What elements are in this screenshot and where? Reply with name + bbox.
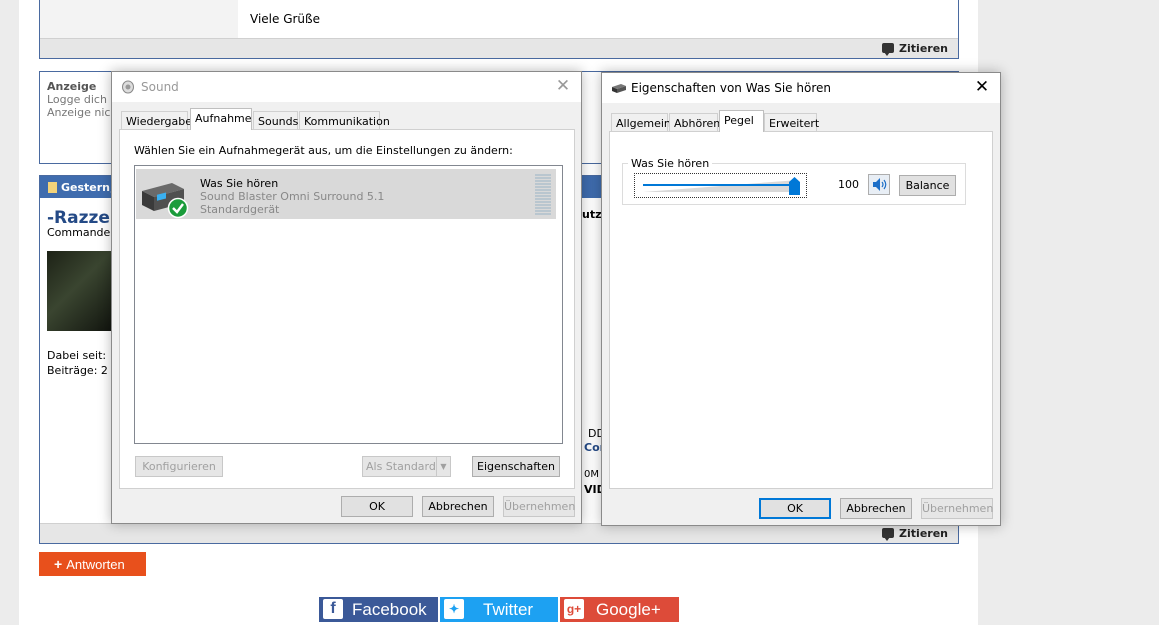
googleplus-icon: g+ bbox=[564, 599, 584, 619]
googleplus-share-button[interactable]: g+ Google+ bbox=[560, 597, 679, 622]
tab-label: Wiedergabe bbox=[126, 115, 193, 128]
balance-button[interactable]: Balance bbox=[899, 175, 956, 196]
chevron-down-icon: ▼ bbox=[436, 457, 450, 476]
reply-button[interactable]: + Antworten bbox=[39, 552, 146, 576]
set-default-label: Als Standard bbox=[366, 460, 436, 473]
post-user-column bbox=[40, 0, 238, 39]
sound-titlebar[interactable]: Sound ✕ bbox=[112, 72, 581, 102]
mute-toggle-button[interactable] bbox=[868, 174, 890, 195]
quote-icon bbox=[882, 528, 895, 541]
tab-label: Abhören bbox=[674, 117, 721, 130]
post-panel-top: Viele Grüße Zitieren bbox=[39, 0, 959, 59]
ad-title: Anzeige bbox=[47, 80, 97, 93]
ok-button[interactable]: OK bbox=[341, 496, 413, 517]
speaker-icon bbox=[122, 80, 134, 94]
slider-track bbox=[643, 180, 798, 192]
sound-tab-panel: Wählen Sie ein Aufnahmegerät aus, um die… bbox=[119, 129, 575, 489]
level-value: 100 bbox=[838, 178, 859, 191]
apply-button[interactable]: Übernehmen bbox=[921, 498, 993, 519]
twitter-share-button[interactable]: ✦ Twitter bbox=[440, 597, 558, 622]
set-default-button[interactable]: Als Standard ▼ bbox=[362, 456, 451, 477]
properties-titlebar[interactable]: Eigenschaften von Was Sie hören ✕ bbox=[602, 73, 1000, 103]
quote-button-second[interactable]: Zitieren bbox=[882, 527, 948, 541]
tab-pegel[interactable]: Pegel bbox=[719, 110, 764, 132]
quote-label: Zitieren bbox=[899, 527, 948, 540]
tab-label: Aufnahme bbox=[195, 112, 252, 125]
speaker-volume-icon bbox=[873, 178, 887, 191]
apply-button[interactable]: Übernehmen bbox=[503, 496, 575, 517]
quote-icon bbox=[882, 43, 895, 56]
close-icon[interactable]: ✕ bbox=[970, 76, 994, 98]
level-group-label: Was Sie hören bbox=[628, 157, 713, 170]
device-list[interactable]: Was Sie hören Sound Blaster Omni Surroun… bbox=[134, 165, 563, 444]
ad-line-1: Logge dich bbox=[47, 93, 107, 106]
sound-title: Sound bbox=[141, 80, 179, 94]
quote-bar: Zitieren bbox=[40, 38, 958, 58]
sound-dialog: Sound ✕ Wiedergabe Aufnahme Sounds Kommu… bbox=[111, 71, 582, 524]
googleplus-label: Google+ bbox=[596, 600, 661, 619]
cancel-button[interactable]: Abbrechen bbox=[840, 498, 912, 519]
level-slider[interactable] bbox=[634, 173, 807, 198]
peek-text-utz: utz bbox=[582, 208, 602, 221]
close-icon[interactable]: ✕ bbox=[551, 75, 575, 97]
tab-label: Sounds bbox=[258, 115, 299, 128]
device-status: Standardgerät bbox=[200, 203, 280, 216]
post-document-icon bbox=[48, 182, 57, 193]
post-count: Beiträge: 2 bbox=[47, 364, 108, 377]
member-since: Dabei seit: bbox=[47, 349, 107, 362]
pegel-tab-panel: Was Sie hören 100 Balance bbox=[609, 131, 993, 489]
tab-erweitert[interactable]: Erweitert bbox=[764, 113, 820, 132]
quote-bar-second: Zitieren bbox=[40, 523, 958, 543]
post-greeting: Viele Grüße bbox=[250, 12, 320, 26]
balance-label: Balance bbox=[905, 179, 950, 192]
device-name: Was Sie hören bbox=[200, 177, 279, 190]
tab-label: Allgemein bbox=[616, 117, 671, 130]
tab-label: Kommunikation bbox=[304, 115, 390, 128]
properties-title: Eigenschaften von Was Sie hören bbox=[631, 81, 831, 95]
cancel-button[interactable]: Abbrechen bbox=[422, 496, 494, 517]
configure-button[interactable]: Konfigurieren bbox=[135, 456, 223, 477]
facebook-label: Facebook bbox=[352, 600, 427, 619]
twitter-icon: ✦ bbox=[444, 599, 464, 619]
tab-aufnahme[interactable]: Aufnahme bbox=[190, 108, 252, 130]
post-date: Gestern, bbox=[61, 181, 115, 194]
peek-text-0m: 0M bbox=[584, 469, 599, 480]
facebook-icon: f bbox=[323, 599, 343, 619]
ad-line-2: Anzeige nic bbox=[47, 106, 111, 119]
user-rank: Commande bbox=[47, 226, 111, 239]
instruction-text: Wählen Sie ein Aufnahmegerät aus, um die… bbox=[134, 144, 513, 157]
level-meter bbox=[535, 174, 551, 215]
tab-sounds[interactable]: Sounds bbox=[253, 111, 298, 130]
ok-button[interactable]: OK bbox=[759, 498, 831, 519]
tab-label: Erweitert bbox=[769, 117, 820, 130]
slider-thumb[interactable] bbox=[789, 177, 800, 195]
facebook-share-button[interactable]: f Facebook bbox=[319, 597, 438, 622]
tab-abhoeren[interactable]: Abhören bbox=[669, 113, 721, 132]
tab-wiedergabe[interactable]: Wiedergabe bbox=[121, 111, 192, 130]
twitter-label: Twitter bbox=[483, 600, 534, 619]
quote-button[interactable]: Zitieren bbox=[882, 42, 948, 56]
properties-dialog: Eigenschaften von Was Sie hören ✕ Allgem… bbox=[601, 72, 1001, 526]
reply-label: Antworten bbox=[66, 557, 125, 572]
tab-allgemein[interactable]: Allgemein bbox=[611, 113, 671, 132]
tab-label: Pegel bbox=[724, 114, 754, 127]
device-row-was-sie-hoeren[interactable]: Was Sie hören Sound Blaster Omni Surroun… bbox=[136, 169, 556, 219]
sound-card-icon bbox=[612, 84, 626, 93]
checkmark-icon bbox=[167, 197, 189, 219]
properties-button[interactable]: Eigenschaften bbox=[472, 456, 560, 477]
username[interactable]: -Razzer bbox=[47, 208, 118, 228]
tab-kommunikation[interactable]: Kommunikation bbox=[299, 111, 390, 130]
plus-icon: + bbox=[54, 556, 63, 572]
device-hardware: Sound Blaster Omni Surround 5.1 bbox=[200, 190, 385, 203]
quote-label: Zitieren bbox=[899, 42, 948, 55]
slider-fill bbox=[643, 184, 798, 186]
avatar[interactable] bbox=[47, 251, 111, 331]
